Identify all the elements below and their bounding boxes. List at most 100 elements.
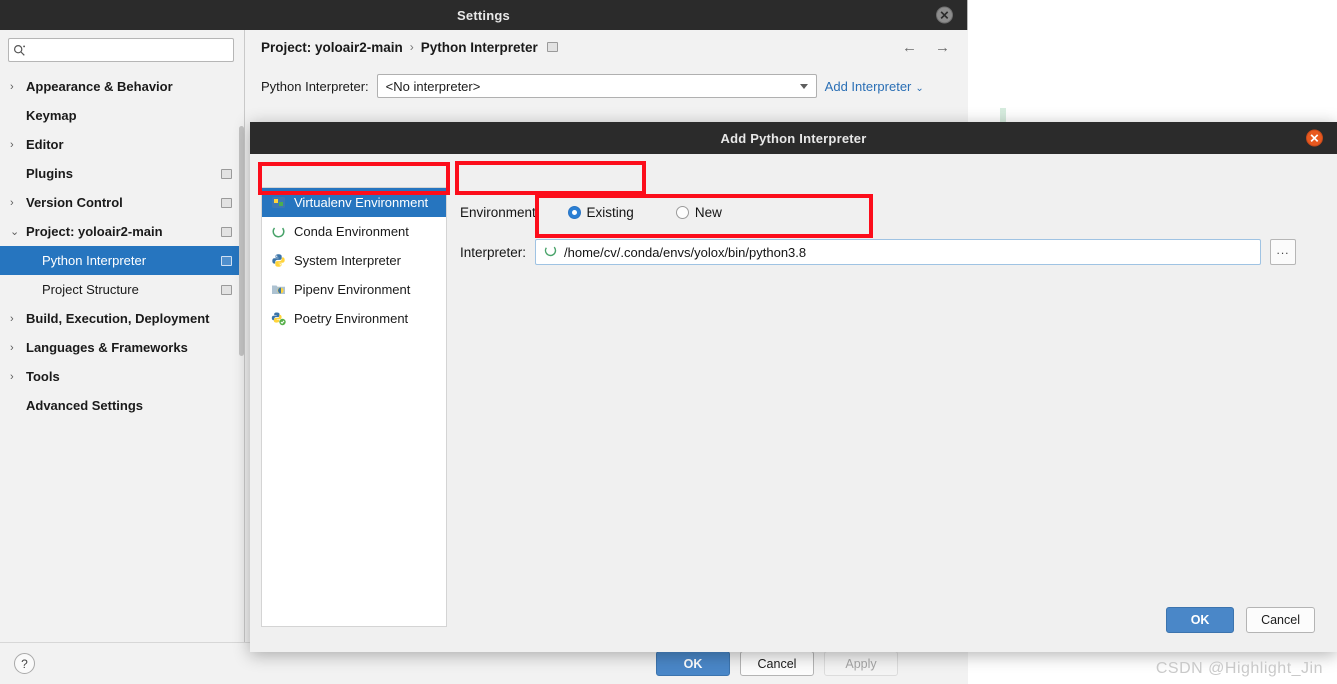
sidebar-item-label: Plugins: [26, 166, 73, 181]
screen: Settings ✕ › Appearance & Behavior Keyma…: [0, 0, 1337, 684]
help-button[interactable]: ?: [14, 653, 35, 674]
arrow-left-icon[interactable]: ←: [902, 39, 917, 56]
chevron-down-icon: [799, 83, 808, 89]
pipenv-icon: [271, 282, 286, 297]
add-interpreter-button[interactable]: Add Interpreter ⌄: [825, 79, 924, 94]
settings-cancel-button[interactable]: Cancel: [740, 651, 814, 676]
close-icon[interactable]: ✕: [936, 6, 953, 24]
sidebar-item-plugins[interactable]: Plugins: [0, 159, 244, 188]
sidebar-item-label: Project Structure: [42, 282, 139, 297]
settings-ok-button[interactable]: OK: [656, 651, 730, 676]
radio-existing[interactable]: Existing: [567, 204, 634, 220]
env-item-label: Conda Environment: [294, 224, 409, 239]
sidebar-item-label: Project: yoloair2-main: [26, 224, 163, 239]
interpreter-label: Interpreter:: [460, 244, 527, 260]
sidebar-item-label: Keymap: [26, 108, 77, 123]
breadcrumb-page: Python Interpreter: [420, 39, 538, 55]
chevron-down-icon[interactable]: ⌄: [10, 225, 26, 238]
sidebar-item-label: Languages & Frameworks: [26, 340, 188, 355]
arrow-right-icon[interactable]: →: [935, 39, 950, 56]
interpreter-row: Interpreter: /home/cv/.conda/envs/yolox/…: [460, 239, 1337, 265]
settings-titlebar: Settings ✕: [0, 0, 967, 30]
interpreter-path-value: /home/cv/.conda/envs/yolox/bin/python3.8: [564, 244, 807, 260]
dialog-title: Add Python Interpreter: [720, 130, 867, 146]
chevron-right-icon[interactable]: ›: [10, 371, 26, 383]
sidebar-scrollbar[interactable]: [239, 126, 244, 356]
sidebar-item-editor[interactable]: › Editor: [0, 130, 244, 159]
breadcrumb-project[interactable]: Project: yoloair2-main: [261, 40, 403, 55]
dialog-ok-button[interactable]: OK: [1166, 607, 1235, 633]
radio-existing-label: Existing: [586, 204, 634, 220]
sidebar-item-label: Build, Execution, Deployment: [26, 311, 210, 326]
browse-button[interactable]: ...: [1270, 239, 1297, 265]
close-icon[interactable]: ✕: [1306, 129, 1323, 147]
settings-footer-buttons: OK Cancel Apply: [656, 651, 898, 676]
interpreter-path-select[interactable]: /home/cv/.conda/envs/yolox/bin/python3.8: [535, 239, 1262, 265]
chevron-right-icon[interactable]: ›: [10, 197, 26, 209]
sidebar-item-project-structure[interactable]: Project Structure: [0, 275, 244, 304]
sidebar-item-label: Version Control: [26, 195, 123, 210]
sidebar-item-python-interpreter[interactable]: Python Interpreter: [0, 246, 244, 275]
conda-icon: [271, 224, 286, 239]
sidebar-item-label: Tools: [26, 369, 60, 384]
sidebar-item-label: Python Interpreter: [42, 253, 147, 268]
sidebar-item-build-execution-deployment[interactable]: › Build, Execution, Deployment: [0, 304, 244, 333]
env-item-system-interpreter[interactable]: System Interpreter: [262, 246, 446, 275]
env-item-label: Pipenv Environment: [294, 282, 411, 297]
chevron-right-icon[interactable]: ›: [10, 139, 26, 151]
chevron-right-icon[interactable]: ›: [10, 342, 26, 354]
dialog-titlebar: Add Python Interpreter ✕: [250, 122, 1337, 154]
sidebar-item-languages-frameworks[interactable]: › Languages & Frameworks: [0, 333, 244, 362]
virtualenv-icon: [271, 195, 286, 210]
env-item-label: Virtualenv Environment: [294, 195, 429, 210]
sidebar-item-keymap[interactable]: Keymap: [0, 101, 244, 130]
background-editor-text: [1000, 108, 1006, 122]
environment-type-list: Virtualenv Environment Conda Environment S…: [261, 187, 447, 627]
sidebar-item-label: Advanced Settings: [26, 398, 144, 413]
search-wrap: [0, 30, 244, 68]
env-item-conda-environment[interactable]: Conda Environment: [262, 217, 446, 246]
python-interpreter-row: Python Interpreter: <No interpreter> Add…: [245, 64, 968, 98]
conda-icon: [544, 244, 557, 260]
dialog-body: Virtualenv Environment Conda Environment S…: [250, 154, 1337, 652]
sidebar-item-label: Appearance & Behavior: [26, 79, 173, 94]
env-item-label: System Interpreter: [294, 253, 401, 268]
search-input[interactable]: [29, 43, 233, 57]
search-box[interactable]: [8, 38, 234, 62]
sidebar-item-project-yoloair2-main[interactable]: ⌄ Project: yoloair2-main: [0, 217, 244, 246]
chevron-right-icon[interactable]: ›: [10, 81, 26, 93]
radio-dot-icon: [675, 205, 689, 219]
env-item-label: Poetry Environment: [294, 311, 409, 326]
sidebar-item-advanced-settings[interactable]: Advanced Settings: [0, 391, 244, 420]
module-tag-icon: [221, 226, 232, 237]
chevron-right-icon[interactable]: ›: [10, 313, 26, 325]
env-item-poetry-environment[interactable]: Poetry Environment: [262, 304, 446, 333]
add-interpreter-label: Add Interpreter: [824, 78, 912, 94]
sidebar-item-version-control[interactable]: › Version Control: [0, 188, 244, 217]
breadcrumb: Project: yoloair2-main › Python Interpre…: [245, 30, 968, 64]
poetry-icon: [271, 311, 286, 326]
sidebar-item-appearance-behavior[interactable]: › Appearance & Behavior: [0, 72, 244, 101]
dialog-right-pane: Environment: Existing New Interpreter: /…: [460, 154, 1337, 652]
radio-new-label: New: [694, 204, 722, 220]
sidebar-item-tools[interactable]: › Tools: [0, 362, 244, 391]
settings-title: Settings: [457, 7, 510, 23]
search-icon: [9, 44, 29, 57]
sidebar-item-label: Editor: [26, 137, 64, 152]
env-item-virtualenv-environment[interactable]: Virtualenv Environment: [262, 188, 446, 217]
python-interpreter-label: Python Interpreter:: [261, 78, 369, 94]
watermark: CSDN @Highlight_Jin: [1155, 660, 1323, 677]
python-icon: [271, 253, 286, 268]
dialog-cancel-button[interactable]: Cancel: [1246, 607, 1315, 633]
settings-apply-button: Apply: [824, 651, 898, 676]
env-item-pipenv-environment[interactable]: Pipenv Environment: [262, 275, 446, 304]
radio-dot-icon: [567, 205, 581, 219]
environment-label: Environment:: [460, 204, 540, 220]
nav-arrows: ← →: [902, 39, 950, 56]
settings-tree: › Appearance & Behavior Keymap › Editor Plugi…: [0, 72, 244, 420]
chevron-down-icon: ⌄: [915, 82, 924, 94]
add-python-interpreter-dialog: Add Python Interpreter ✕ Virtualenv Envi…: [250, 122, 1337, 652]
dialog-footer: OK Cancel: [1166, 607, 1315, 633]
python-interpreter-select[interactable]: <No interpreter>: [376, 74, 817, 98]
radio-new[interactable]: New: [675, 204, 722, 220]
